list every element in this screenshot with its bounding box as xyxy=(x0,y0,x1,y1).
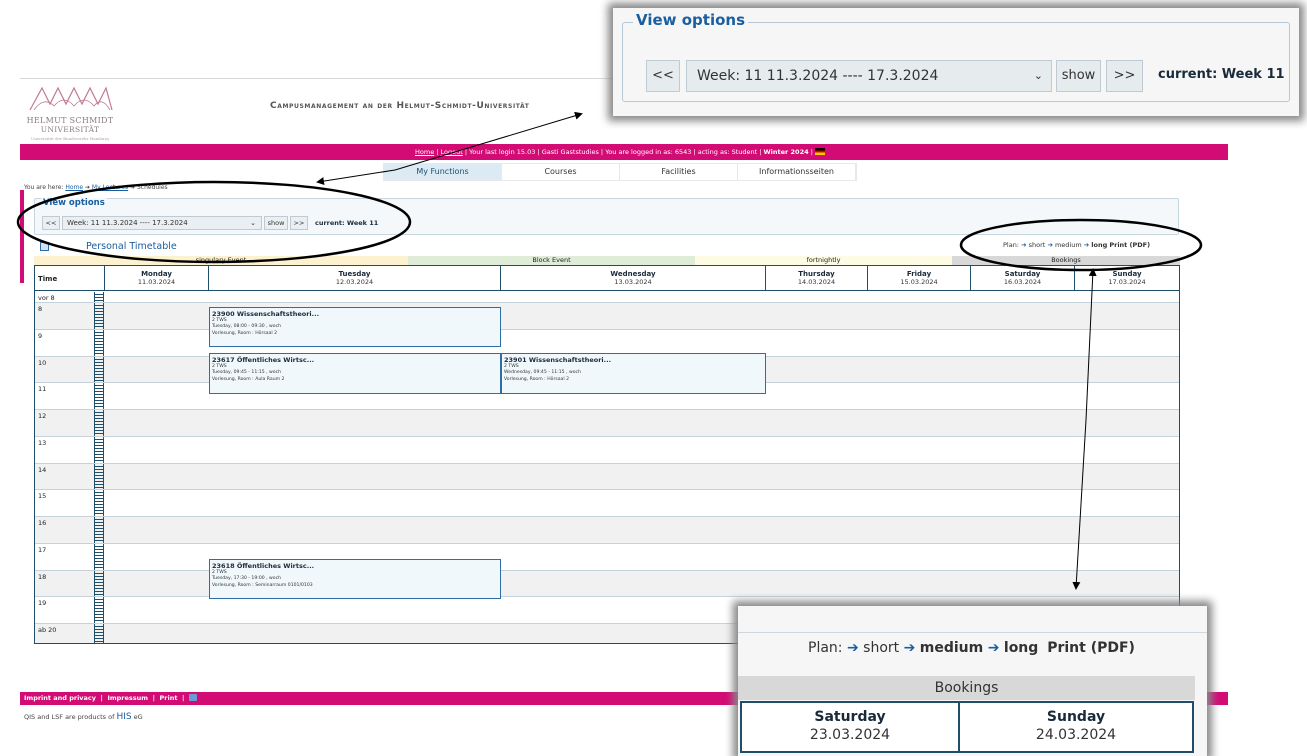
zoomed-next-week-button[interactable]: >> xyxy=(1106,60,1143,92)
zoomed-print-pdf-link[interactable]: Print (PDF) xyxy=(1047,640,1135,656)
zoomed-prev-week-button[interactable]: << xyxy=(646,60,680,92)
day-name: Sunday xyxy=(1046,709,1106,725)
zoomed-current-week-label: current: Week 11 xyxy=(1158,67,1285,82)
zoomed-plan-options: Plan: ➔ short ➔ medium ➔ long Print (PDF… xyxy=(808,640,1135,656)
annotation-arrow xyxy=(1085,268,1097,421)
day-name: Saturday xyxy=(814,709,886,725)
zoom-callout-plan: Plan: ➔ short ➔ medium ➔ long Print (PDF… xyxy=(738,606,1207,756)
plan-label: Plan: xyxy=(808,640,843,656)
zoomed-plan-medium-link[interactable]: medium xyxy=(920,640,983,656)
zoomed-day-header-saturday: Saturday 23.03.2024 xyxy=(740,701,960,753)
zoomed-week-select[interactable]: Week: 11 11.3.2024 ---- 17.3.2024 ⌄ xyxy=(686,60,1052,92)
day-date: 24.03.2024 xyxy=(1035,727,1117,743)
zoomed-show-button[interactable]: show xyxy=(1056,60,1101,92)
zoomed-plan-long-link[interactable]: long xyxy=(1004,640,1038,656)
arrow-right-icon: ➔ xyxy=(846,640,859,656)
highlight-ellipse-view-options xyxy=(16,180,412,264)
annotation-arrow xyxy=(1072,419,1087,590)
zoomed-view-options-panel: View options << Week: 11 11.3.2024 ---- … xyxy=(622,11,1290,102)
zoomed-week-select-value: Week: 11 11.3.2024 ---- 17.3.2024 xyxy=(697,68,939,84)
zoom-callout-view-options: View options << Week: 11 11.3.2024 ---- … xyxy=(613,8,1299,116)
highlight-ellipse-plan xyxy=(959,218,1203,272)
chevron-down-icon: ⌄ xyxy=(1033,69,1043,82)
day-date: 23.03.2024 xyxy=(809,727,891,743)
annotation-arrow xyxy=(394,111,583,171)
arrow-right-icon: ➔ xyxy=(903,640,916,656)
zoomed-day-header-sunday: Sunday 24.03.2024 xyxy=(958,701,1194,753)
zoomed-plan-short-link[interactable]: short xyxy=(863,640,899,656)
arrow-right-icon: ➔ xyxy=(987,640,1000,656)
zoomed-bookings-legend: Bookings xyxy=(738,676,1195,700)
zoomed-view-options-legend: View options xyxy=(633,11,749,29)
annotation-arrow xyxy=(316,169,396,186)
zoomed-divider xyxy=(738,632,1207,633)
